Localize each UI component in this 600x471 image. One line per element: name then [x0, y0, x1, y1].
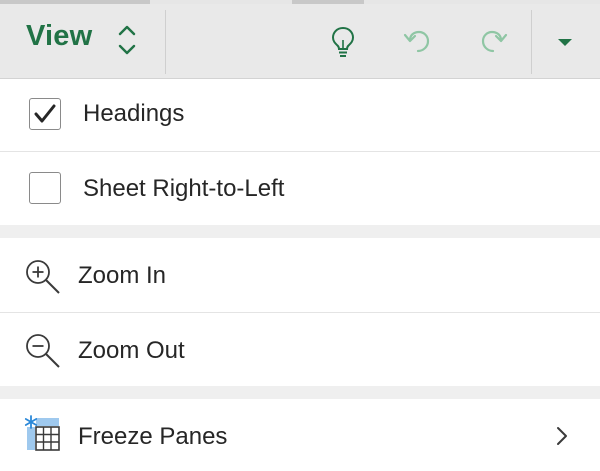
menu-item-zoom-in[interactable]: Zoom In [0, 238, 600, 312]
caret-down-icon [558, 39, 572, 46]
undo-button[interactable] [398, 22, 438, 62]
tell-me-button[interactable] [323, 22, 363, 62]
freeze-panes-icon [24, 415, 62, 453]
menu-item-label: Zoom In [78, 262, 167, 289]
chevron-right-icon [552, 423, 572, 449]
checkmark-icon [34, 104, 56, 123]
lightbulb-icon [331, 26, 355, 57]
more-options-button[interactable] [545, 22, 585, 62]
zoom-in-icon [24, 258, 62, 296]
group-separator [0, 386, 600, 399]
chevron-up-down-icon[interactable] [112, 22, 142, 58]
sheet-right-to-left-checkbox[interactable] [29, 172, 61, 204]
menu-item-label: Zoom Out [78, 337, 185, 364]
ribbon-toolbar: View [0, 4, 600, 79]
redo-icon [481, 30, 508, 53]
group-separator [0, 225, 600, 238]
menu-item-label: Headings [83, 100, 185, 127]
headings-checkbox[interactable] [29, 98, 61, 130]
menu-item-headings[interactable]: Headings [0, 79, 600, 151]
zoom-out-icon [24, 332, 62, 370]
menu-item-freeze-panes[interactable]: Freeze Panes [0, 399, 600, 471]
menu-item-label: Sheet Right-to-Left [83, 175, 285, 202]
toolbar-divider [165, 10, 166, 74]
menu-item-label: Freeze Panes [78, 423, 228, 450]
app-window: View Headings Sheet Right-to-Left Zoom I… [0, 0, 600, 471]
menu-item-zoom-out[interactable]: Zoom Out [0, 313, 600, 386]
ribbon-tab-title[interactable]: View [26, 20, 92, 53]
toolbar-divider [531, 10, 532, 74]
redo-button[interactable] [473, 22, 513, 62]
undo-icon [403, 30, 430, 53]
menu-item-sheet-right-to-left[interactable]: Sheet Right-to-Left [0, 152, 600, 225]
